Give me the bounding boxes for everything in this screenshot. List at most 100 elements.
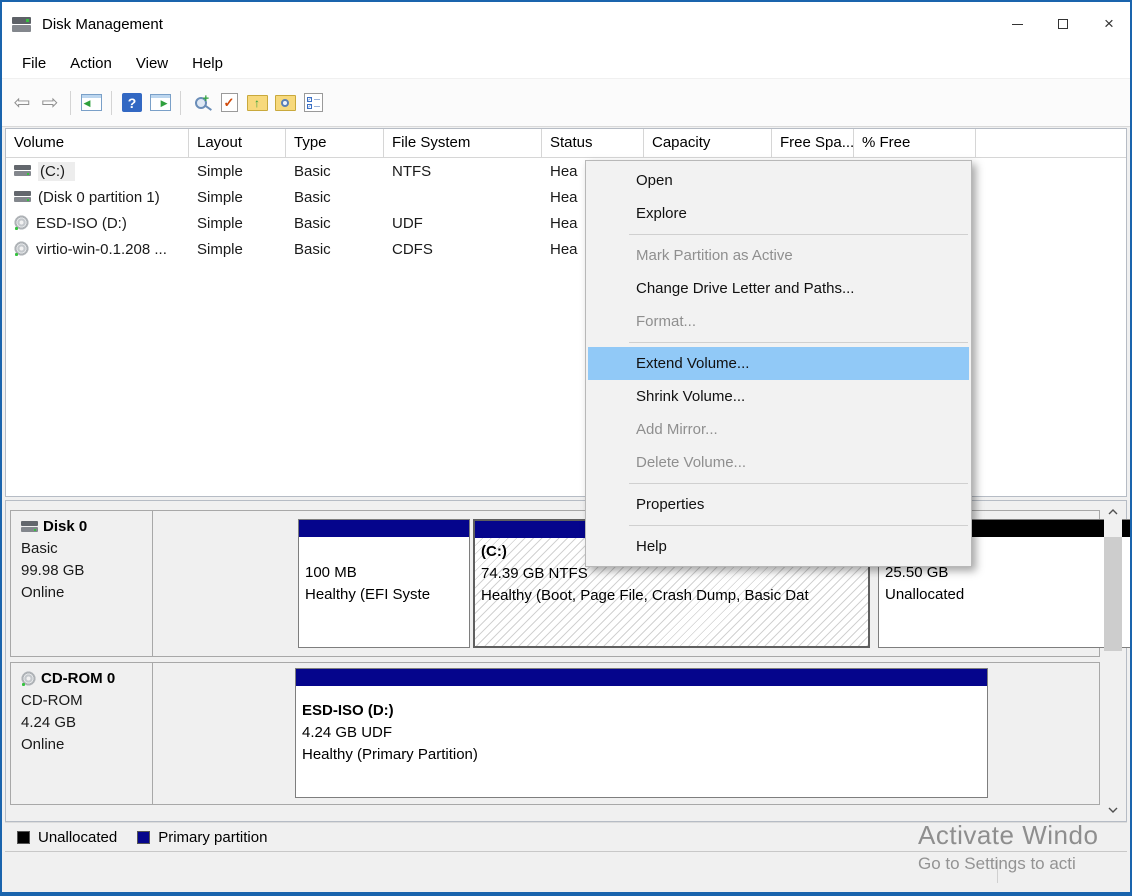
toolbar-separator [180, 91, 181, 115]
help-button[interactable]: ? [118, 89, 146, 117]
folder-search-icon [275, 95, 296, 111]
disk-size: 4.24 GB [21, 712, 152, 734]
legend-bar: Unallocated Primary partition [5, 822, 1127, 852]
folder-search-button[interactable] [271, 89, 299, 117]
rescan-disks-button[interactable]: + [187, 89, 215, 117]
hard-disk-icon [21, 521, 38, 533]
partition-status: Healthy (Primary Partition) [302, 744, 987, 766]
partition-d[interactable]: ESD-ISO (D:) 4.24 GB UDF Healthy (Primar… [295, 668, 988, 798]
layout-value: Simple [189, 163, 286, 180]
column-header-type[interactable]: Type [286, 129, 384, 157]
back-button[interactable]: ⇦ [8, 89, 36, 117]
menu-item-extend-volume[interactable]: Extend Volume... [588, 347, 969, 380]
scroll-up-icon[interactable] [1104, 503, 1122, 521]
scroll-down-icon[interactable] [1104, 801, 1122, 819]
primary-partition-swatch [137, 831, 150, 844]
legend-label-primary: Primary partition [158, 829, 267, 846]
partition-size: 100 MB [305, 562, 469, 584]
scrollbar-thumb[interactable] [1104, 537, 1122, 651]
volume-name: (Disk 0 partition 1) [38, 189, 160, 206]
column-header-status[interactable]: Status [542, 129, 644, 157]
status-bar [2, 853, 1130, 892]
toolbar: ⇦ ⇨ ◀ ? ▶ + ✓ ↑ ✓ ✓ [0, 79, 1132, 127]
show-console-tree-button[interactable]: ◀ [77, 89, 105, 117]
menu-item-change-drive-letter[interactable]: Change Drive Letter and Paths... [586, 272, 971, 305]
disk-type: Basic [21, 538, 152, 560]
disk-management-window: Disk Management × File Action View Help … [0, 0, 1132, 896]
partition-status: Healthy (EFI Syste [305, 584, 469, 606]
partition-label: ESD-ISO (D:) [302, 700, 987, 722]
menu-help[interactable]: Help [180, 51, 235, 76]
menu-view[interactable]: View [124, 51, 180, 76]
menu-item-properties[interactable]: Properties [586, 488, 971, 521]
check-document-icon: ✓ [221, 93, 238, 112]
folder-up-button[interactable]: ↑ [243, 89, 271, 117]
status-bar-divider [997, 859, 998, 883]
layout-value: Simple [189, 215, 286, 232]
cdrom0-band: CD-ROM 0 CD-ROM 4.24 GB Online ESD-ISO (… [10, 662, 1100, 805]
type-value: Basic [286, 189, 384, 206]
context-menu: Open Explore Mark Partition as Active Ch… [585, 160, 972, 567]
column-header-volume[interactable]: Volume [6, 129, 189, 157]
minimize-icon [1012, 24, 1023, 25]
disk0-label[interactable]: Disk 0 Basic 99.98 GB Online [11, 511, 153, 656]
forward-button[interactable]: ⇨ [36, 89, 64, 117]
disk-management-app-icon [12, 16, 32, 32]
menu-item-open[interactable]: Open [586, 164, 971, 197]
volume-name: virtio-win-0.1.208 ... [36, 241, 167, 258]
column-header-capacity[interactable]: Capacity [644, 129, 772, 157]
cd-disc-icon [21, 671, 36, 686]
partition-efi[interactable]: 100 MB Healthy (EFI Syste [298, 519, 470, 648]
disk-size: 99.98 GB [21, 560, 152, 582]
file-system-value: NTFS [384, 163, 542, 180]
menu-file[interactable]: File [10, 51, 58, 76]
magnifier-plus-icon: + [195, 97, 207, 109]
partition-status: Healthy (Boot, Page File, Crash Dump, Ba… [481, 585, 868, 607]
disk-name: CD-ROM 0 [41, 668, 115, 690]
maximize-button[interactable] [1040, 0, 1086, 48]
type-value: Basic [286, 241, 384, 258]
menu-action[interactable]: Action [58, 51, 124, 76]
column-header-percent-free[interactable]: % Free [854, 129, 976, 157]
menu-separator [586, 521, 971, 530]
column-header-file-system[interactable]: File System [384, 129, 542, 157]
column-header-layout[interactable]: Layout [189, 129, 286, 157]
disk-type: CD-ROM [21, 690, 152, 712]
column-header-filler [976, 129, 1126, 157]
disk-status: Online [21, 734, 152, 756]
menu-separator [586, 230, 971, 239]
primary-partition-bar [296, 669, 987, 686]
column-header-free-space[interactable]: Free Spa... [772, 129, 854, 157]
minimize-button[interactable] [994, 0, 1040, 48]
cdrom0-label[interactable]: CD-ROM 0 CD-ROM 4.24 GB Online [11, 663, 153, 804]
partition-size: 4.24 GB UDF [302, 722, 987, 744]
menu-item-format: Format... [586, 305, 971, 338]
menu-separator [586, 479, 971, 488]
file-system-value: UDF [384, 215, 542, 232]
close-button[interactable]: × [1086, 0, 1132, 48]
close-icon: × [1104, 14, 1114, 34]
legend-label-unallocated: Unallocated [38, 829, 117, 846]
layout-value: Simple [189, 189, 286, 206]
menu-bar: File Action View Help [0, 48, 1132, 79]
vertical-scrollbar[interactable] [1104, 503, 1122, 819]
help-icon: ? [122, 93, 142, 112]
cd-disc-icon [14, 241, 29, 256]
window-title: Disk Management [42, 16, 163, 33]
task-list-button[interactable]: ✓ ✓ [299, 89, 327, 117]
toolbar-separator [70, 91, 71, 115]
show-action-pane-button[interactable]: ▶ [146, 89, 174, 117]
forward-icon: ⇨ [42, 93, 59, 113]
toolbar-separator [111, 91, 112, 115]
menu-item-help[interactable]: Help [586, 530, 971, 563]
maximize-icon [1058, 19, 1068, 29]
menu-item-shrink-volume[interactable]: Shrink Volume... [586, 380, 971, 413]
folder-up-icon: ↑ [247, 95, 268, 111]
task-list-icon: ✓ ✓ [304, 93, 323, 112]
check-disk-button[interactable]: ✓ [215, 89, 243, 117]
hard-disk-icon [14, 191, 31, 203]
type-value: Basic [286, 215, 384, 232]
menu-item-add-mirror: Add Mirror... [586, 413, 971, 446]
menu-item-explore[interactable]: Explore [586, 197, 971, 230]
primary-partition-bar [299, 520, 469, 537]
